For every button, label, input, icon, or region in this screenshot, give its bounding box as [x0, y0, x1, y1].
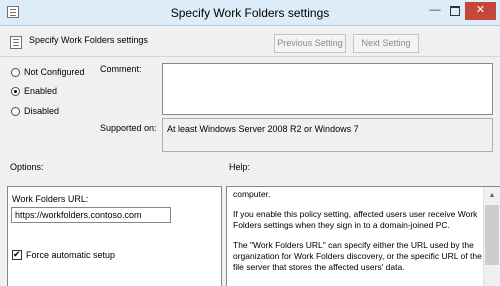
radio-circle[interactable]	[11, 107, 20, 116]
force-automatic-setup-label: Force automatic setup	[26, 250, 116, 260]
next-setting-button[interactable]: Next Setting	[353, 34, 419, 53]
help-heading: Help:	[229, 162, 251, 172]
help-paragraph: computer.	[233, 189, 271, 199]
radio-disabled[interactable]: Disabled	[11, 104, 59, 118]
maximize-icon	[450, 6, 460, 16]
setting-name: Specify Work Folders settings	[29, 35, 148, 45]
radio-enabled[interactable]: Enabled	[11, 84, 57, 98]
help-paragraph: If you enable this policy setting, affec…	[233, 209, 478, 230]
setting-icon	[10, 36, 22, 49]
work-folders-url-value: https://workfolders.contoso.com	[15, 210, 142, 220]
options-pane: Work Folders URL: https://workfolders.co…	[7, 186, 222, 286]
force-automatic-setup-checkbox[interactable]	[12, 248, 22, 260]
maximize-button[interactable]	[445, 2, 465, 20]
force-automatic-setup[interactable]: Force automatic setup	[12, 248, 116, 261]
radio-not-configured[interactable]: Not Configured	[11, 65, 85, 79]
radio-label: Disabled	[24, 106, 60, 116]
radio-circle[interactable]	[11, 68, 20, 77]
supported-on-field: At least Windows Server 2008 R2 or Windo…	[162, 118, 493, 152]
header-separator	[0, 56, 500, 57]
work-folders-url-label: Work Folders URL:	[12, 194, 89, 204]
radio-circle[interactable]	[11, 87, 20, 96]
comment-label: Comment:	[100, 64, 142, 74]
help-paragraph: The "Work Folders URL" can specify eithe…	[233, 240, 482, 272]
work-folders-url-input[interactable]: https://workfolders.contoso.com	[11, 207, 171, 223]
radio-label: Enabled	[24, 86, 58, 96]
scroll-up-arrow-icon[interactable]: ▲	[484, 188, 500, 204]
options-heading: Options:	[10, 162, 44, 172]
comment-textarea[interactable]	[162, 63, 493, 115]
scrollbar-thumb[interactable]	[485, 205, 499, 265]
close-button[interactable]: ✕	[465, 2, 496, 20]
supported-on-value: At least Windows Server 2008 R2 or Windo…	[167, 124, 359, 134]
radio-label: Not Configured	[24, 67, 85, 77]
previous-setting-button[interactable]: Previous Setting	[274, 34, 346, 53]
minimize-button[interactable]: —	[425, 2, 445, 20]
supported-on-label: Supported on:	[100, 123, 157, 133]
